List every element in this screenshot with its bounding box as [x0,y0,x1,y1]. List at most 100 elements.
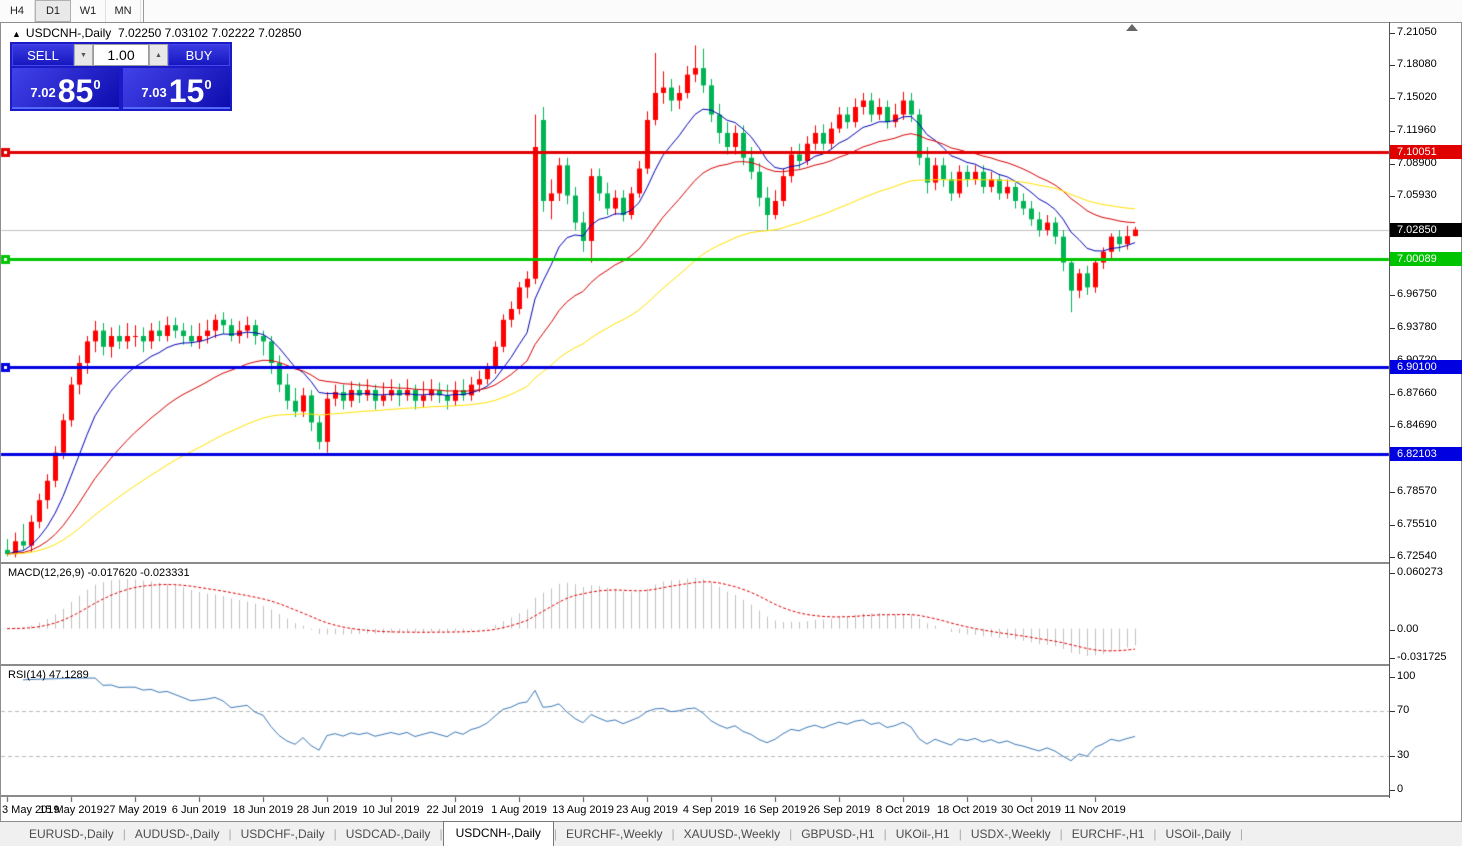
price-axis-label: 6.96750 [1397,288,1437,300]
price-axis-spine[interactable] [1389,22,1390,798]
axis-tick [1390,196,1395,197]
volume-increase-button[interactable]: ▲ [149,44,168,66]
macd-axis-label: 0.00 [1397,623,1418,635]
axis-tick [1390,33,1395,34]
chart-ohlc-values [111,26,118,40]
axis-tick [1390,557,1395,558]
buy-price-big: 15 [169,76,205,106]
tab-usdcnh-daily[interactable]: USDCNH-,Daily [443,821,554,846]
date-label: 22 Jul 2019 [427,804,484,816]
one-click-trading-panel: SELL ▼ ▲ BUY 7.02 85 0 7.03 15 0 [10,42,232,111]
date-label: 13 Aug 2019 [552,804,614,816]
chart-symbol-period: USDCNH-,Daily [26,26,111,40]
price-badge-7.00089: 7.00089 [1390,252,1462,266]
axis-tick [1390,790,1395,791]
tab-separator: | [1240,827,1243,846]
chart-canvas[interactable] [0,0,1462,846]
price-axis-label: 7.18080 [1397,58,1437,70]
price-macd-pane-separator[interactable] [1,562,1389,564]
price-axis-label: 7.21050 [1397,26,1437,38]
axis-tick [1390,394,1395,395]
date-label: 18 Jun 2019 [233,804,294,816]
price-badge-7.10051: 7.10051 [1390,145,1462,159]
date-axis[interactable]: 3 May 201915 May 201927 May 20196 Jun 20… [0,798,1389,820]
rsi-dates-separator [1,795,1389,797]
rsi-indicator-label: RSI(14) 47.1289 [8,669,89,681]
collapse-panel-arrow-icon[interactable]: ▲ [12,29,21,39]
price-axis-label: 6.78570 [1397,485,1437,497]
spin-down-icon: ▼ [80,52,87,59]
sell-button[interactable]: SELL [12,44,74,66]
sell-price-small: 7.02 [30,85,55,100]
volume-decrease-button[interactable]: ▼ [74,44,93,66]
date-label: 1 Aug 2019 [491,804,547,816]
macd-axis-label: -0.031725 [1397,651,1447,663]
tab-usoil-daily[interactable]: USOil-,Daily [1157,823,1240,846]
tab-usdchf-daily[interactable]: USDCHF-,Daily [232,823,334,846]
tab-usdcad-daily[interactable]: USDCAD-,Daily [337,823,440,846]
macd-rsi-pane-separator[interactable] [1,664,1389,666]
axis-tick [1390,295,1395,296]
sell-price-sup: 0 [93,77,100,92]
price-axis-label: 6.72540 [1397,550,1437,562]
date-label: 27 May 2019 [103,804,167,816]
spin-up-icon: ▲ [155,52,162,59]
axis-tick [1390,98,1395,99]
rsi-axis-label: 100 [1397,670,1415,682]
date-label: 4 Sep 2019 [683,804,739,816]
axis-tick [1390,756,1395,757]
axis-tick [1390,492,1395,493]
volume-input[interactable] [93,44,149,66]
axis-tick [1390,328,1395,329]
tab-ukoil-h1[interactable]: UKOil-,H1 [887,823,959,846]
buy-button[interactable]: BUY [168,44,230,66]
tab-eurchf-weekly[interactable]: EURCHF-,Weekly [557,823,671,846]
tab-eurchf-h1[interactable]: EURCHF-,H1 [1063,823,1154,846]
axis-tick [1390,131,1395,132]
price-badge-7.02850: 7.02850 [1390,223,1462,237]
date-label: 6 Jun 2019 [172,804,226,816]
buy-price-box[interactable]: 7.03 15 0 [123,68,230,109]
price-axis-label: 6.87660 [1397,387,1437,399]
date-label: 30 Oct 2019 [1001,804,1061,816]
sell-price-box[interactable]: 7.02 85 0 [12,68,119,109]
rsi-axis-label: 30 [1397,749,1409,761]
price-axis-label: 6.93780 [1397,321,1437,333]
tab-usdx-weekly[interactable]: USDX-,Weekly [962,823,1060,846]
price-axis-label: 6.75510 [1397,518,1437,530]
date-label: 11 Nov 2019 [1064,804,1126,816]
price-axis-label: 7.05930 [1397,189,1437,201]
tab-xauusd-weekly[interactable]: XAUUSD-,Weekly [675,823,789,846]
tab-eurusd-daily[interactable]: EURUSD-,Daily [20,823,123,846]
date-label: 23 Aug 2019 [616,804,678,816]
date-label: 26 Sep 2019 [808,804,870,816]
price-badge-6.82103: 6.82103 [1390,447,1462,461]
rsi-axis-label: 0 [1397,783,1403,795]
tab-gbpusd-h1[interactable]: GBPUSD-,H1 [792,823,883,846]
date-label: 15 May 2019 [39,804,103,816]
date-label: 16 Sep 2019 [744,804,806,816]
macd-indicator-label: MACD(12,26,9) -0.017620 -0.023331 [8,567,190,579]
axis-tick [1390,573,1395,574]
axis-tick [1390,426,1395,427]
chart-shift-marker-icon[interactable] [1126,24,1138,31]
axis-tick [1390,164,1395,165]
axis-tick [1390,711,1395,712]
axis-tick [1390,630,1395,631]
buy-price-sup: 0 [204,77,211,92]
sell-price-big: 85 [58,76,94,106]
date-label: 18 Oct 2019 [937,804,997,816]
macd-axis-label: 0.060273 [1397,566,1443,578]
date-label: 8 Oct 2019 [876,804,930,816]
date-label: 10 Jul 2019 [363,804,420,816]
price-axis-label: 6.84690 [1397,419,1437,431]
chart-tab-bar: EURUSD-,Daily|AUDUSD-,Daily|USDCHF-,Dail… [0,821,1462,846]
axis-tick [1390,525,1395,526]
axis-tick [1390,677,1395,678]
date-label: 28 Jun 2019 [297,804,358,816]
tab-audusd-daily[interactable]: AUDUSD-,Daily [126,823,229,846]
axis-tick [1390,658,1395,659]
price-axis-label: 7.11960 [1397,124,1436,136]
price-axis-label: 7.15020 [1397,91,1437,103]
chart-title: ▲USDCNH-,Daily 7.02250 7.03102 7.02222 7… [12,26,301,40]
